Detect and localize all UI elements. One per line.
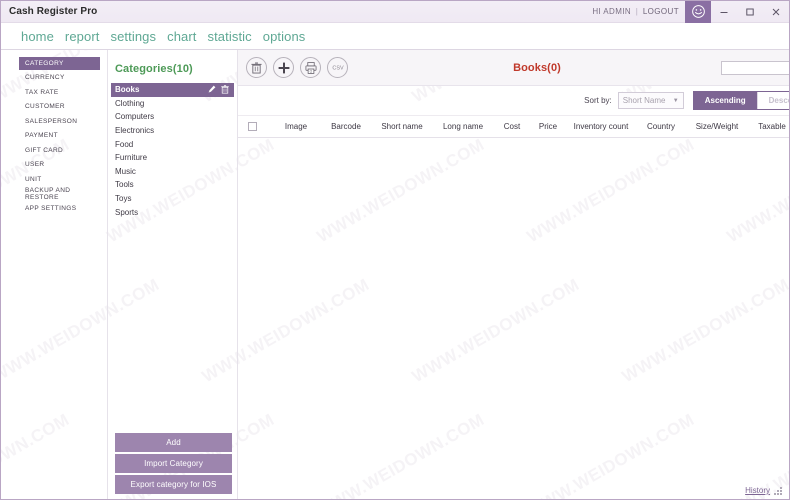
add-button[interactable] — [273, 57, 294, 78]
nav-item-statistic[interactable]: statistic — [208, 29, 252, 44]
sidebar-item-gift-card[interactable]: GIFT CARD — [19, 144, 100, 157]
export-csv-button[interactable]: CSV — [327, 57, 348, 78]
svg-text:Q: Q — [309, 69, 312, 73]
column-header-size-weight[interactable]: Size/Weight — [686, 122, 748, 131]
footer: History — [109, 482, 789, 499]
table-header: Image Barcode Short name Long name Cost … — [238, 116, 789, 138]
title-bar-right-controls: HI ADMIN | LOGOUT — [592, 1, 789, 23]
column-header-taxable[interactable]: Taxable — [748, 122, 789, 131]
nav-item-chart[interactable]: chart — [167, 29, 196, 44]
category-row-actions — [208, 85, 234, 94]
list-item[interactable]: Books — [111, 83, 234, 97]
category-name: Sports — [115, 207, 139, 217]
title-bar: Cash Register Pro HI ADMIN | LOGOUT — [1, 1, 789, 23]
nav-item-settings[interactable]: settings — [110, 29, 156, 44]
sort-by-label: Sort by: — [584, 96, 612, 105]
column-header-short-name[interactable]: Short name — [372, 122, 432, 131]
export-pdf-button[interactable]: Q — [300, 57, 321, 78]
list-item[interactable]: Electronics — [111, 124, 234, 138]
sidebar-item-tax-rate[interactable]: TAX RATE — [19, 86, 100, 99]
main-content: Q CSV Books(0) Sort by: Short Name ▼ Asc… — [238, 50, 789, 499]
sort-controls: Sort by: Short Name ▼ Ascending Descendi… — [238, 86, 789, 116]
main-navigation: home report settings chart statistic opt… — [1, 23, 789, 50]
column-header-inventory-count[interactable]: Inventory count — [566, 122, 636, 131]
select-all-checkbox-cell — [248, 122, 272, 131]
category-name: Tools — [115, 180, 134, 190]
sidebar-item-salesperson[interactable]: SALESPERSON — [19, 115, 100, 128]
sidebar-item-category[interactable]: CATEGORY — [19, 57, 100, 70]
categories-panel-title: Categories(10) — [115, 63, 193, 75]
column-header-price[interactable]: Price — [530, 122, 566, 131]
trash-icon[interactable] — [221, 85, 229, 94]
sort-ascending-button[interactable]: Ascending — [693, 92, 757, 109]
category-name: Electronics — [115, 126, 155, 136]
sort-field-value: Short Name — [622, 96, 666, 105]
search-area — [721, 59, 789, 77]
user-session-info: HI ADMIN | LOGOUT — [592, 7, 685, 16]
nav-item-options[interactable]: options — [263, 29, 306, 44]
delete-button[interactable] — [246, 57, 267, 78]
column-header-country[interactable]: Country — [636, 122, 686, 131]
sidebar-item-app-settings[interactable]: APP SETTINGS — [19, 202, 100, 215]
sidebar-item-user[interactable]: USER — [19, 159, 100, 172]
table-body — [238, 138, 789, 499]
category-name: Toys — [115, 194, 132, 204]
item-toolbar: Q CSV — [238, 57, 348, 78]
app-title: Cash Register Pro — [9, 6, 98, 17]
sort-direction-toggle: Ascending Descending — [692, 91, 789, 110]
column-header-barcode[interactable]: Barcode — [320, 122, 372, 131]
category-name: Furniture — [115, 153, 148, 163]
select-all-checkbox[interactable] — [248, 122, 257, 131]
list-item[interactable]: Music — [111, 165, 234, 179]
list-item[interactable]: Computers — [111, 110, 234, 124]
list-item[interactable]: Furniture — [111, 151, 234, 165]
minimize-button[interactable] — [711, 1, 737, 23]
search-input[interactable] — [721, 60, 789, 75]
column-header-image[interactable]: Image — [272, 122, 320, 131]
close-button[interactable] — [763, 1, 789, 23]
list-item[interactable]: Toys — [111, 192, 234, 206]
categories-panel: Categories(10) Books Clothing Computers … — [108, 50, 238, 499]
svg-text:CSV: CSV — [332, 66, 344, 72]
category-name: Music — [115, 166, 136, 176]
history-link[interactable]: History — [745, 486, 775, 495]
body-container: CATEGORY CURRENCY TAX RATE CUSTOMER SALE… — [1, 50, 789, 499]
sidebar: CATEGORY CURRENCY TAX RATE CUSTOMER SALE… — [1, 50, 108, 499]
sidebar-item-customer[interactable]: CUSTOMER — [19, 101, 100, 114]
main-header: Q CSV Books(0) — [238, 50, 789, 86]
category-name: Computers — [115, 112, 155, 122]
pencil-icon[interactable] — [208, 85, 216, 94]
category-name: Food — [115, 139, 134, 149]
sort-field-select[interactable]: Short Name ▼ — [617, 92, 684, 109]
sidebar-item-payment[interactable]: PAYMENT — [19, 130, 100, 143]
sidebar-item-backup-and-restore[interactable]: BACKUP AND RESTORE — [19, 187, 100, 201]
list-item[interactable]: Clothing — [111, 97, 234, 111]
smiley-face-icon[interactable] — [685, 1, 711, 23]
maximize-button[interactable] — [737, 1, 763, 23]
nav-item-report[interactable]: report — [65, 29, 100, 44]
column-header-long-name[interactable]: Long name — [432, 122, 494, 131]
resize-grip[interactable] — [774, 486, 783, 495]
nav-item-home[interactable]: home — [21, 29, 54, 44]
sidebar-item-unit[interactable]: UNIT — [19, 173, 100, 186]
categories-list: Books Clothing Computers Electronics Foo… — [108, 83, 237, 219]
import-category-button[interactable]: Import Category — [115, 454, 232, 473]
list-item[interactable]: Sports — [111, 205, 234, 219]
application-window: Cash Register Pro HI ADMIN | LOGOUT home… — [0, 0, 790, 500]
list-item[interactable]: Food — [111, 137, 234, 151]
category-name: Books — [115, 85, 140, 95]
sort-descending-button[interactable]: Descending — [756, 92, 789, 109]
list-item[interactable]: Tools — [111, 178, 234, 192]
logout-link[interactable]: LOGOUT — [643, 7, 679, 16]
sidebar-item-currency[interactable]: CURRENCY — [19, 72, 100, 85]
add-category-button[interactable]: Add — [115, 433, 232, 452]
user-greeting: HI ADMIN — [592, 7, 632, 16]
separator: | — [635, 7, 639, 16]
chevron-down-icon: ▼ — [672, 97, 679, 104]
column-header-cost[interactable]: Cost — [494, 122, 530, 131]
category-name: Clothing — [115, 98, 145, 108]
